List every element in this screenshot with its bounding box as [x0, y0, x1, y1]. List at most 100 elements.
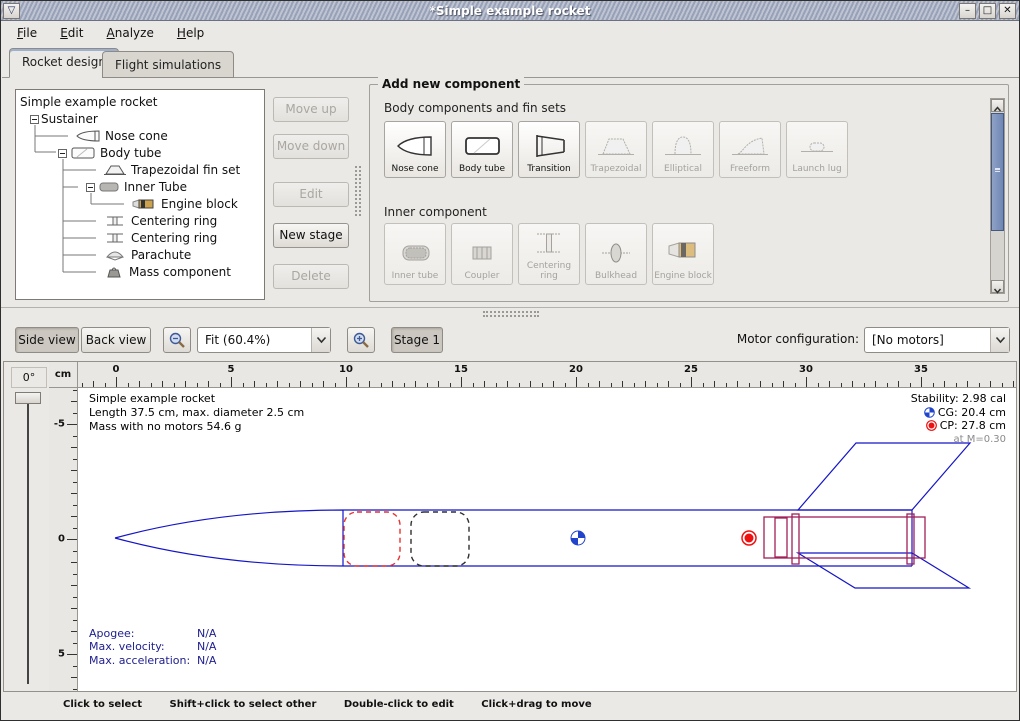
add-nose-cone-button[interactable]: Nose cone [384, 121, 446, 178]
delete-button[interactable]: Delete [273, 264, 349, 289]
minimize-button[interactable]: – [959, 3, 976, 19]
tree-item-nose-cone[interactable]: Nose cone [72, 128, 168, 144]
tree-item-rocket[interactable]: Simple example rocket [20, 94, 157, 110]
back-view-button[interactable]: Back view [81, 327, 151, 353]
ruler-unit-label: cm [49, 362, 78, 388]
expander-minus-icon[interactable] [58, 149, 67, 158]
stage-1-toggle[interactable]: Stage 1 [391, 327, 443, 353]
add-elliptical-fin-button[interactable]: Elliptical [652, 121, 714, 178]
chevron-down-icon [995, 336, 1006, 344]
menu-edit[interactable]: Edit [51, 22, 92, 44]
close-button[interactable]: ✕ [999, 3, 1016, 19]
parachute-outline [344, 512, 400, 566]
scroll-down-button[interactable] [991, 280, 1004, 293]
ruler-tick [73, 390, 77, 391]
tree-item-sustainer[interactable]: Sustainer [30, 111, 98, 127]
ruler-tick [415, 381, 416, 387]
splitter-handle[interactable] [483, 311, 539, 317]
zoom-in-button[interactable] [347, 327, 375, 353]
menu-analyze[interactable]: Analyze [98, 22, 163, 44]
tree-item-body-tube[interactable]: Body tube [58, 145, 161, 161]
window-menu-button[interactable]: ▽ [3, 3, 20, 19]
max-velocity-label: Max. velocity: [89, 640, 197, 654]
ruler-tick [760, 381, 761, 387]
elliptical-fin-icon [663, 131, 703, 161]
vertical-splitter-handle[interactable] [355, 166, 361, 216]
expander-minus-icon[interactable] [30, 115, 39, 124]
tree-item-engine-block[interactable]: Engine block [128, 196, 238, 212]
add-coupler-button[interactable]: Coupler [451, 223, 513, 285]
expander-minus-icon[interactable] [86, 183, 95, 192]
menu-help[interactable]: Help [168, 22, 213, 44]
ruler-tick [116, 377, 117, 387]
scroll-up-button[interactable] [991, 99, 1004, 112]
add-bulkhead-button[interactable]: Bulkhead [585, 223, 647, 285]
stability-info: Stability: 2.98 cal CG: 20.4 cm CP: 27.8… [911, 392, 1006, 446]
body-components-label: Body components and fin sets [384, 101, 566, 115]
maximize-button[interactable]: □ [979, 3, 996, 19]
title-bar: ▽ *Simple example rocket – □ ✕ [1, 1, 1019, 21]
body-tube-icon [462, 131, 502, 161]
tab-flight-simulations[interactable]: Flight simulations [102, 51, 234, 78]
scrollbar-thumb[interactable] [991, 113, 1004, 231]
side-view-button[interactable]: Side view [15, 327, 79, 353]
tree-item-centering-ring-2[interactable]: Centering ring [100, 230, 217, 246]
zoom-level-combo[interactable]: Fit (60.4%) [197, 327, 331, 353]
ruler-tick [73, 505, 77, 506]
ruler-tick [461, 377, 462, 387]
ruler-tick [737, 381, 738, 387]
ruler-tick [73, 666, 77, 667]
tree-item-mass-component[interactable]: Mass component [100, 264, 231, 280]
view-toolbar: Side view Back view Fit (60.4%) Stage 1 … [1, 319, 1020, 361]
rocket-info: Simple example rocket Length 37.5 cm, ma… [89, 392, 304, 434]
tree-item-trapezoidal-fin-set[interactable]: Trapezoidal fin set [100, 162, 240, 178]
add-body-tube-button[interactable]: Body tube [451, 121, 513, 178]
add-centering-ring-button[interactable]: Centering ring [518, 223, 580, 285]
tree-item-inner-tube[interactable]: Inner Tube [86, 179, 187, 195]
freeform-fin-icon [730, 131, 770, 161]
add-launch-lug-button[interactable]: Launch lug [786, 121, 848, 178]
ruler-label: 5 [228, 364, 235, 375]
mass-component-outline [411, 512, 469, 566]
ruler-tick [73, 643, 77, 644]
motor-configuration-combo[interactable]: [No motors] [864, 327, 1010, 353]
ruler-tick [484, 381, 485, 387]
ruler-tick [473, 383, 474, 387]
ruler-tick [714, 381, 715, 387]
hint-double-click: Double-click to edit [344, 699, 454, 710]
menu-file[interactable]: File [8, 22, 46, 44]
ruler-tick [542, 383, 543, 387]
apogee-value: N/A [197, 627, 216, 640]
ruler-tick [82, 383, 83, 387]
ruler-tick [967, 381, 968, 387]
tree-item-centering-ring-1[interactable]: Centering ring [100, 213, 217, 229]
ruler-tick [783, 381, 784, 387]
add-freeform-fin-button[interactable]: Freeform [719, 121, 781, 178]
ruler-tick [450, 383, 451, 387]
ruler-tick [921, 377, 922, 387]
rotation-slider-handle[interactable] [15, 392, 41, 404]
ruler-tick [67, 424, 77, 425]
move-up-button[interactable]: Move up [273, 97, 349, 122]
new-stage-button[interactable]: New stage [273, 223, 349, 248]
ruler-tick [174, 383, 175, 387]
add-trapezoidal-fin-button[interactable]: Trapezoidal [585, 121, 647, 178]
rotation-slider-track[interactable] [27, 398, 29, 684]
body-tube-icon [71, 147, 95, 159]
ruler-tick [956, 383, 957, 387]
add-engine-block-button[interactable]: Engine block [652, 223, 714, 285]
ruler-tick [829, 381, 830, 387]
ruler-tick [73, 482, 77, 483]
ruler-tick [933, 383, 934, 387]
move-down-button[interactable]: Move down [273, 134, 349, 159]
component-panel-scrollbar[interactable] [990, 98, 1005, 294]
tree-item-parachute[interactable]: Parachute [100, 247, 191, 263]
rocket-canvas[interactable]: Simple example rocket Length 37.5 cm, ma… [78, 388, 1016, 691]
horizontal-splitter[interactable] [1, 307, 1020, 319]
add-transition-button[interactable]: Transition [518, 121, 580, 178]
zoom-out-button[interactable] [163, 327, 191, 353]
edit-button[interactable]: Edit [273, 182, 349, 207]
ruler-tick [71, 677, 77, 678]
ruler-tick [979, 383, 980, 387]
add-inner-tube-button[interactable]: Inner tube [384, 223, 446, 285]
